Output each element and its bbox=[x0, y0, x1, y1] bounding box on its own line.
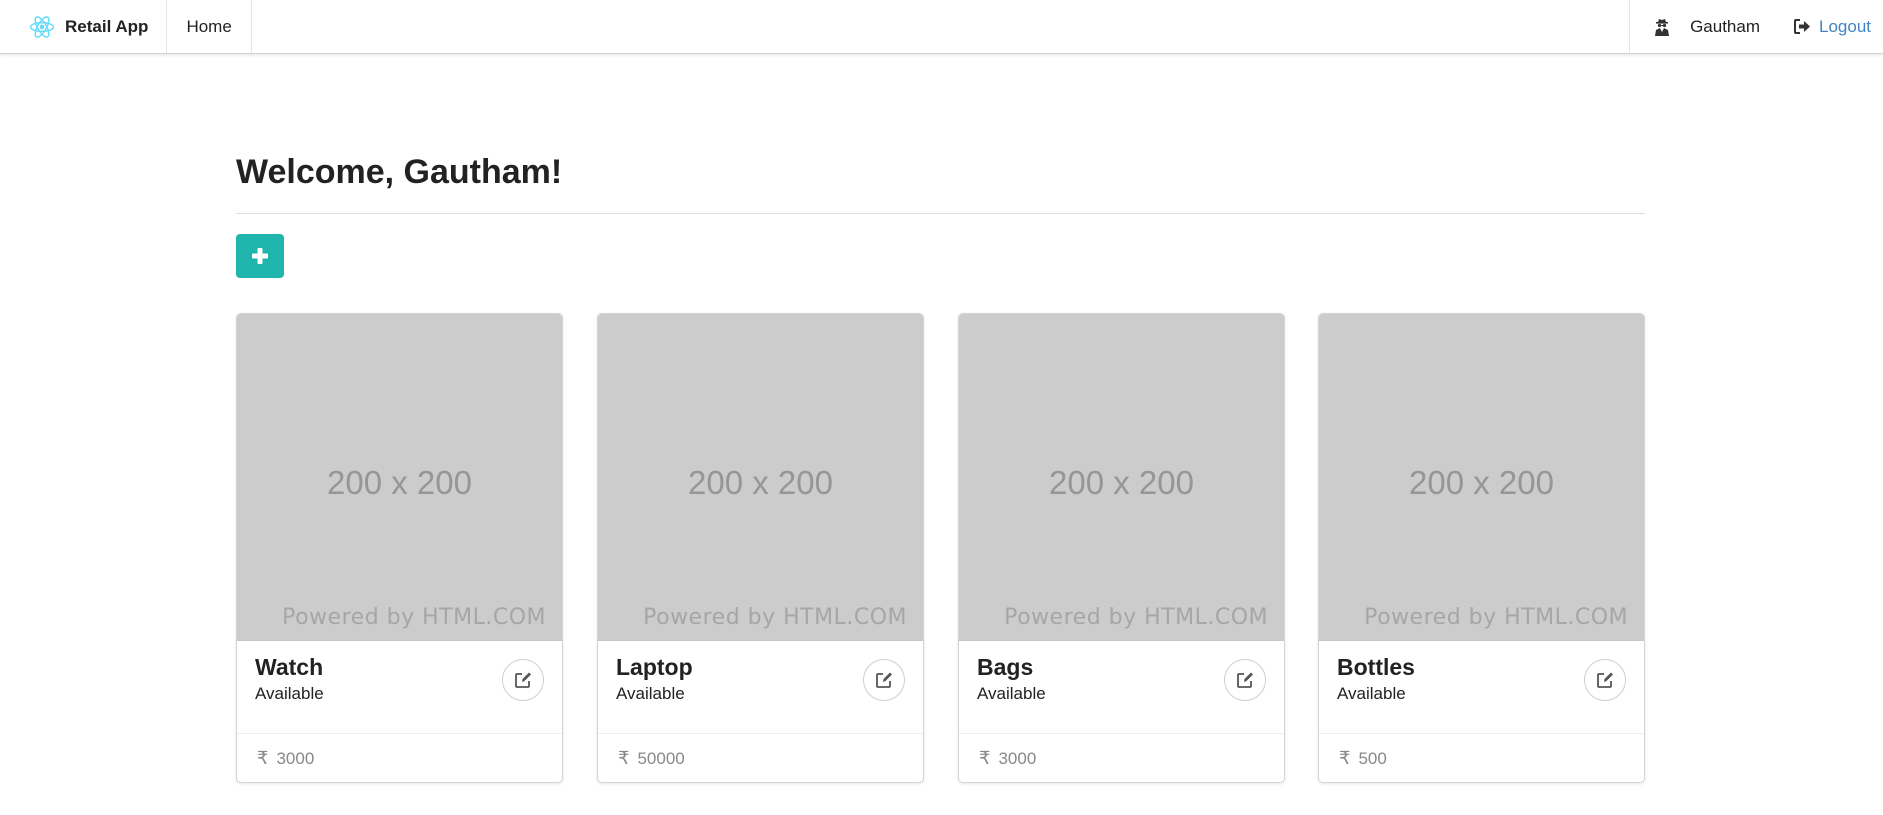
edit-icon bbox=[515, 672, 531, 688]
image-caption: Powered by HTML.COM bbox=[282, 605, 546, 630]
top-navbar: Retail App Home Gautham Logout bbox=[0, 0, 1883, 54]
nav-right-group: Gautham Logout bbox=[1629, 0, 1883, 53]
brand-label: Retail App bbox=[65, 16, 149, 36]
image-dimensions-text: 200 x 200 bbox=[1409, 464, 1554, 501]
product-status: Available bbox=[255, 684, 324, 703]
product-card[interactable]: 200 x 200 Powered by HTML.COM Bottles Av… bbox=[1318, 313, 1645, 783]
product-price: ₹ 3000 bbox=[979, 748, 1036, 769]
product-card-body: Laptop Available bbox=[598, 641, 923, 734]
add-product-button[interactable] bbox=[236, 234, 284, 278]
product-card[interactable]: 200 x 200 Powered by HTML.COM Watch Avai… bbox=[236, 313, 563, 783]
nav-home-label: Home bbox=[186, 16, 232, 36]
sign-out-icon bbox=[1794, 19, 1811, 34]
product-card-footer: ₹ 3000 bbox=[959, 734, 1284, 782]
product-card[interactable]: 200 x 200 Powered by HTML.COM Laptop Ava… bbox=[597, 313, 924, 783]
nav-home-link[interactable]: Home bbox=[167, 0, 252, 53]
title-divider bbox=[236, 213, 1645, 214]
rupee-icon: ₹ bbox=[257, 748, 269, 768]
product-card-footer: ₹ 500 bbox=[1319, 734, 1644, 782]
product-price-value: 50000 bbox=[637, 748, 685, 768]
logout-label: Logout bbox=[1819, 16, 1871, 36]
image-caption: Powered by HTML.COM bbox=[1004, 605, 1268, 630]
edit-icon bbox=[876, 672, 892, 688]
rupee-icon: ₹ bbox=[618, 748, 630, 768]
product-status: Available bbox=[977, 684, 1046, 703]
product-card-body: Bottles Available bbox=[1319, 641, 1644, 734]
image-caption: Powered by HTML.COM bbox=[643, 605, 907, 630]
product-image-placeholder: 200 x 200 Powered by HTML.COM bbox=[598, 314, 923, 641]
product-card-footer: ₹ 50000 bbox=[598, 734, 923, 782]
product-price: ₹ 50000 bbox=[618, 748, 685, 769]
rupee-icon: ₹ bbox=[1339, 748, 1351, 768]
product-status: Available bbox=[616, 684, 685, 703]
user-secret-icon bbox=[1655, 18, 1670, 36]
product-name: Bags bbox=[977, 654, 1034, 680]
product-card-body: Bags Available bbox=[959, 641, 1284, 734]
logout-link[interactable]: Logout bbox=[1782, 0, 1883, 53]
product-image-placeholder: 200 x 200 Powered by HTML.COM bbox=[1319, 314, 1644, 641]
product-card-footer: ₹ 3000 bbox=[237, 734, 562, 782]
nav-user-name: Gautham bbox=[1690, 16, 1760, 36]
product-card[interactable]: 200 x 200 Powered by HTML.COM Bags Avail… bbox=[958, 313, 1285, 783]
product-price: ₹ 500 bbox=[1339, 748, 1387, 769]
image-dimensions-text: 200 x 200 bbox=[688, 464, 833, 501]
edit-icon bbox=[1237, 672, 1253, 688]
nav-user-item[interactable]: Gautham bbox=[1629, 0, 1782, 53]
product-name: Bottles bbox=[1337, 654, 1415, 680]
product-price-value: 3000 bbox=[276, 748, 315, 768]
product-image-placeholder: 200 x 200 Powered by HTML.COM bbox=[959, 314, 1284, 641]
react-logo-icon bbox=[29, 15, 55, 38]
rupee-icon: ₹ bbox=[979, 748, 991, 768]
product-name: Laptop bbox=[616, 654, 693, 680]
product-image-placeholder: 200 x 200 Powered by HTML.COM bbox=[237, 314, 562, 641]
edit-icon bbox=[1597, 672, 1613, 688]
product-name: Watch bbox=[255, 654, 324, 680]
page-title: Welcome, Gautham! bbox=[236, 153, 563, 191]
product-price-value: 3000 bbox=[998, 748, 1037, 768]
product-price: ₹ 3000 bbox=[257, 748, 314, 769]
edit-product-button[interactable] bbox=[1224, 659, 1266, 701]
image-dimensions-text: 200 x 200 bbox=[1049, 464, 1194, 501]
product-card-body: Watch Available bbox=[237, 641, 562, 734]
edit-product-button[interactable] bbox=[863, 659, 905, 701]
product-status: Available bbox=[1337, 684, 1406, 703]
plus-icon bbox=[252, 248, 268, 264]
brand-link[interactable]: Retail App bbox=[0, 0, 168, 53]
edit-product-button[interactable] bbox=[1584, 659, 1626, 701]
image-caption: Powered by HTML.COM bbox=[1364, 605, 1628, 630]
product-price-value: 500 bbox=[1358, 748, 1387, 768]
image-dimensions-text: 200 x 200 bbox=[327, 464, 472, 501]
product-grid: 200 x 200 Powered by HTML.COM Watch Avai… bbox=[236, 313, 1645, 785]
edit-product-button[interactable] bbox=[502, 659, 544, 701]
